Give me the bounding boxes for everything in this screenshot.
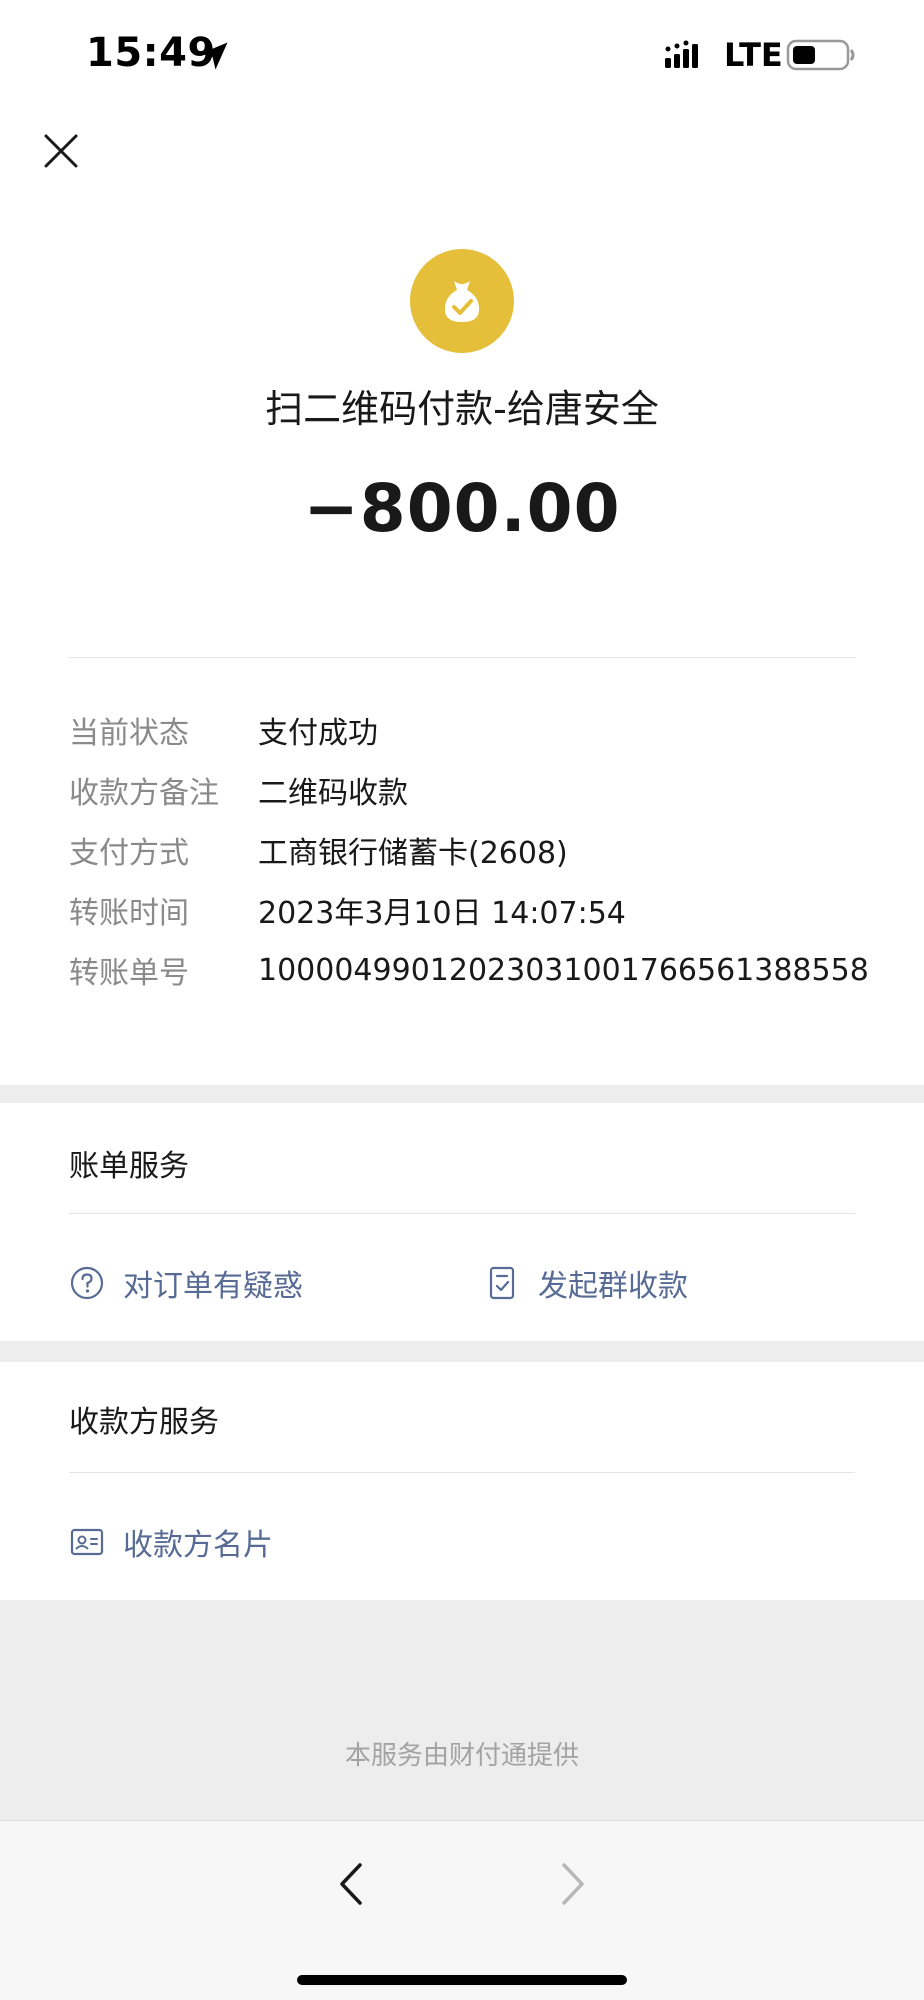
payee-service-section: 收款方服务 收款方名片	[0, 1362, 924, 1600]
bottom-nav	[0, 1820, 924, 2000]
detail-row-remark: 收款方备注 二维码收款	[69, 760, 869, 820]
detail-label: 收款方备注	[69, 776, 219, 811]
payee-card-label: 收款方名片	[123, 1528, 273, 1563]
order-question-link[interactable]: 对订单有疑惑	[69, 1261, 303, 1305]
detail-value: 二维码收款	[258, 776, 408, 811]
detail-value: 2023年3月10日 14:07:54	[258, 896, 626, 931]
divider	[69, 1472, 855, 1473]
close-button[interactable]	[38, 128, 84, 174]
detail-row-time: 转账时间 2023年3月10日 14:07:54	[69, 880, 869, 940]
order-question-label: 对订单有疑惑	[123, 1269, 303, 1304]
business-card-icon	[69, 1524, 105, 1560]
provider-note: 本服务由财付通提供	[344, 1741, 579, 1771]
forward-button[interactable]	[552, 1859, 592, 1909]
document-check-icon	[484, 1265, 520, 1301]
detail-value: 工商银行储蓄卡(2608)	[258, 836, 568, 871]
detail-label: 支付方式	[69, 836, 189, 871]
screen: 15:49 LTE 扫二维码付款-给唐安全 −800.00 当前状态 支付成功 …	[0, 0, 924, 2000]
details-list: 当前状态 支付成功 收款方备注 二维码收款 支付方式 工商银行储蓄卡(2608)…	[69, 700, 869, 1000]
payment-title: 扫二维码付款-给唐安全	[265, 387, 659, 431]
status-bar: 15:49 LTE	[0, 0, 924, 110]
section-title: 收款方服务	[69, 1405, 219, 1440]
detail-row-status: 当前状态 支付成功	[69, 700, 869, 760]
question-circle-icon	[69, 1265, 105, 1301]
divider	[69, 1213, 855, 1214]
detail-label: 转账时间	[69, 896, 189, 931]
bill-service-section: 账单服务 对订单有疑惑 发起群收款	[0, 1103, 924, 1341]
payment-summary: 扫二维码付款-给唐安全 −800.00 当前状态 支付成功 收款方备注 二维码收…	[0, 110, 924, 1085]
money-bag-check-icon	[444, 281, 480, 322]
detail-label: 当前状态	[69, 716, 189, 751]
detail-row-payment-method: 支付方式 工商银行储蓄卡(2608)	[69, 820, 869, 880]
group-receipt-label: 发起群收款	[538, 1269, 688, 1304]
group-receipt-link[interactable]: 发起群收款	[484, 1261, 688, 1305]
home-indicator	[297, 1975, 627, 1985]
back-button[interactable]	[332, 1859, 372, 1909]
battery-icon	[786, 39, 855, 71]
detail-row-transaction-id: 转账单号 100004990120230310017665613885​58	[69, 940, 869, 1000]
detail-value: 支付成功	[258, 716, 378, 751]
payment-amount: −800.00	[303, 470, 621, 547]
payee-card-link[interactable]: 收款方名片	[69, 1520, 273, 1564]
location-arrow-icon	[200, 42, 228, 70]
section-title: 账单服务	[69, 1149, 189, 1184]
divider	[69, 657, 855, 658]
detail-value: 100004990120230310017665613885​58	[258, 952, 869, 988]
network-type: LTE	[724, 36, 783, 74]
merchant-avatar	[410, 249, 514, 353]
chevron-left-icon	[340, 1863, 362, 1905]
chevron-right-icon	[562, 1863, 584, 1905]
signal-icon	[665, 40, 698, 68]
detail-label: 转账单号	[69, 956, 189, 991]
close-icon	[44, 134, 78, 168]
